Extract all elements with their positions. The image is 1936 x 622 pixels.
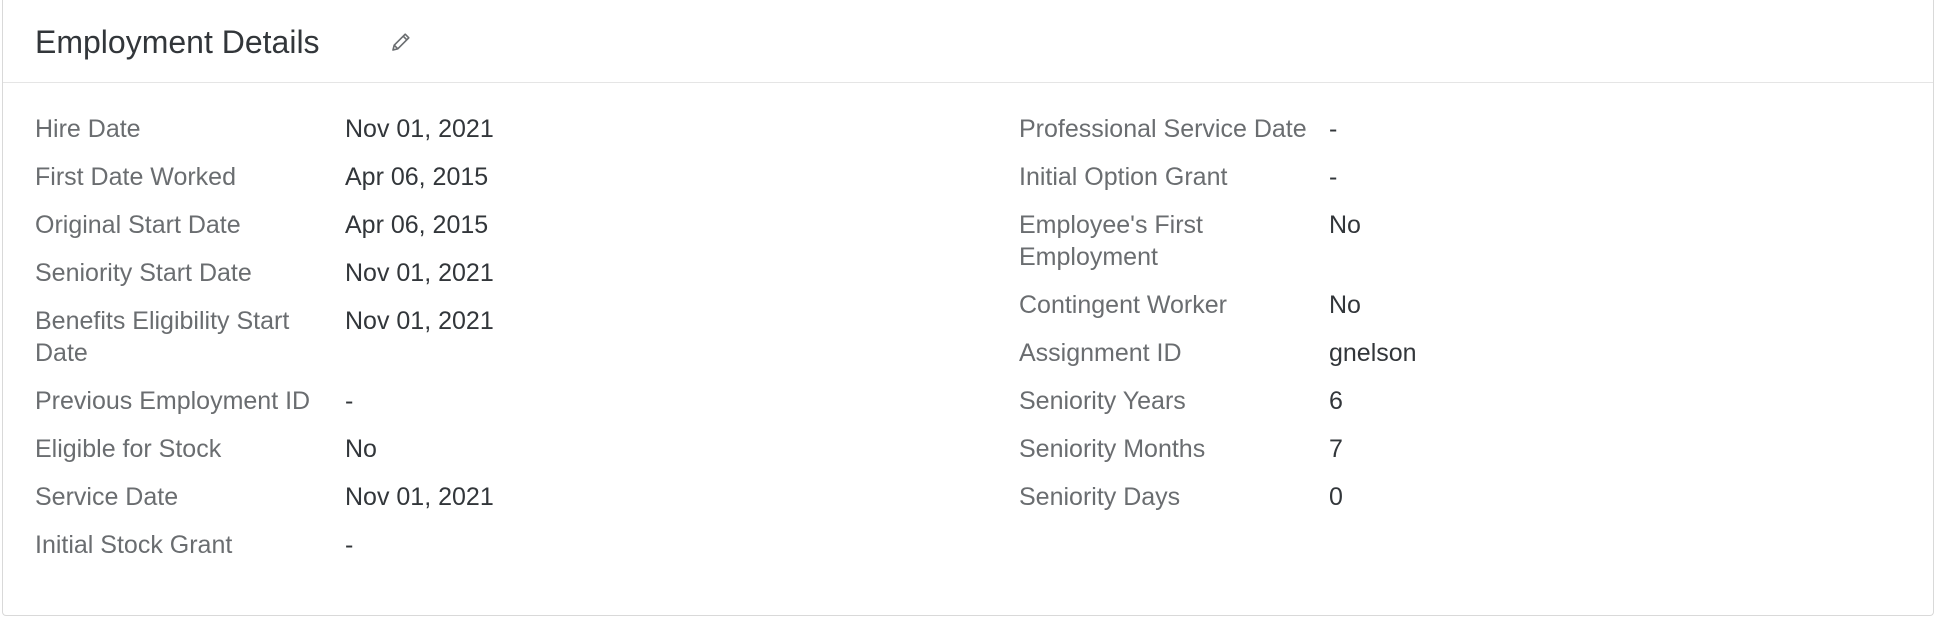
pencil-icon <box>392 33 410 51</box>
field-value: No <box>1329 291 1361 319</box>
field-value: - <box>1329 115 1338 143</box>
field-label: Seniority Months <box>1019 435 1206 463</box>
field-label: Employee's First Employment <box>1019 211 1203 271</box>
card-title: Employment Details <box>35 24 320 60</box>
field-label: Seniority Start Date <box>35 259 252 287</box>
field-value: Apr 06, 2015 <box>345 163 489 191</box>
field-seniority-days: Seniority Days 0 <box>1019 481 1417 513</box>
field-value: - <box>345 531 354 559</box>
field-value: No <box>1329 211 1361 239</box>
field-label: Initial Stock Grant <box>35 531 233 559</box>
field-previous-employment-id: Previous Employment ID - <box>35 385 494 417</box>
field-value: Nov 01, 2021 <box>345 115 494 143</box>
field-value: - <box>345 387 354 415</box>
field-value: Nov 01, 2021 <box>345 483 494 511</box>
right-field-column: Professional Service Date - Initial Opti… <box>1019 113 1417 529</box>
field-seniority-start-date: Seniority Start Date Nov 01, 2021 <box>35 257 494 289</box>
field-initial-option-grant: Initial Option Grant - <box>1019 161 1417 193</box>
field-first-date-worked: First Date Worked Apr 06, 2015 <box>35 161 494 193</box>
field-label: Assignment ID <box>1019 339 1182 367</box>
field-label: Initial Option Grant <box>1019 163 1228 191</box>
field-label: Seniority Days <box>1019 483 1181 511</box>
field-eligible-for-stock: Eligible for Stock No <box>35 433 494 465</box>
field-seniority-months: Seniority Months 7 <box>1019 433 1417 465</box>
field-label: Service Date <box>35 483 179 511</box>
field-value: Nov 01, 2021 <box>345 307 494 335</box>
card-header: Employment Details <box>3 0 1933 83</box>
field-service-date: Service Date Nov 01, 2021 <box>35 481 494 513</box>
field-employees-first-employment: Employee's First Employment No <box>1019 209 1417 273</box>
field-label: Professional Service Date <box>1019 115 1307 143</box>
edit-button[interactable] <box>387 28 415 56</box>
field-label: Original Start Date <box>35 211 241 239</box>
field-value: 7 <box>1329 435 1343 463</box>
field-benefits-eligibility-start-date: Benefits Eligibility Start Date Nov 01, … <box>35 305 494 369</box>
field-label: Eligible for Stock <box>35 435 222 463</box>
field-value: - <box>1329 163 1338 191</box>
field-value: 6 <box>1329 387 1343 415</box>
field-value: gnelson <box>1329 339 1417 367</box>
field-label: Previous Employment ID <box>35 387 311 415</box>
field-assignment-id: Assignment ID gnelson <box>1019 337 1417 369</box>
field-label: Benefits Eligibility Start Date <box>35 307 290 367</box>
employment-details-card: Employment Details Hire Date Nov 01, 202… <box>2 0 1934 616</box>
field-hire-date: Hire Date Nov 01, 2021 <box>35 113 494 145</box>
field-contingent-worker: Contingent Worker No <box>1019 289 1417 321</box>
field-professional-service-date: Professional Service Date - <box>1019 113 1417 145</box>
field-initial-stock-grant: Initial Stock Grant - <box>35 529 494 561</box>
field-label: Hire Date <box>35 115 141 143</box>
field-seniority-years: Seniority Years 6 <box>1019 385 1417 417</box>
field-label: Seniority Years <box>1019 387 1186 415</box>
field-value: 0 <box>1329 483 1343 511</box>
field-label: First Date Worked <box>35 163 236 191</box>
field-value: No <box>345 435 377 463</box>
field-value: Nov 01, 2021 <box>345 259 494 287</box>
left-field-column: Hire Date Nov 01, 2021 First Date Worked… <box>35 113 494 577</box>
field-label: Contingent Worker <box>1019 291 1227 319</box>
field-value: Apr 06, 2015 <box>345 211 489 239</box>
field-original-start-date: Original Start Date Apr 06, 2015 <box>35 209 494 241</box>
